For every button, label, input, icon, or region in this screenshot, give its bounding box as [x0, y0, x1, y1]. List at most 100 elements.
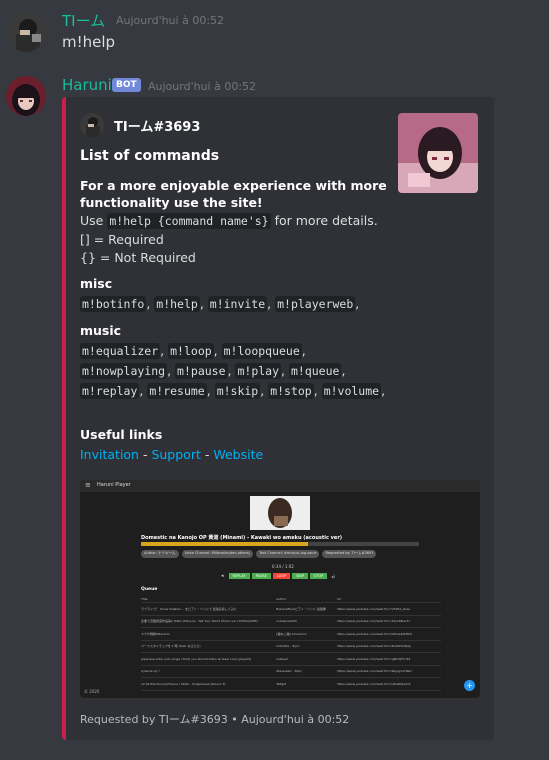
player-app-title: Haruni Player [97, 482, 131, 488]
now-playing-title: Domestic na Kanojo OP 黄道 (Minami) - Kawa… [141, 535, 343, 541]
queue-cell: Stereoskit - Topic [276, 669, 302, 674]
command-separator: , [381, 383, 386, 398]
queue-cell: https://www.youtube.com/watch?v=KNma4WTR… [337, 631, 412, 636]
command-separator: , [160, 343, 169, 358]
description-required: [] = Required [80, 232, 164, 247]
queue-cell: https://www.youtube.com/watch?v=vJBndJFY… [337, 656, 411, 661]
command-list-embed: TIーム#3693 List of commands For a more en… [62, 97, 494, 740]
queue-cell: 12.04 Electronica/Trance / Taafe : Unisp… [141, 681, 226, 686]
username[interactable]: Haruni [62, 76, 112, 94]
command-separator: , [199, 296, 208, 311]
queue-row[interactable]: Japanese indie rock songs I think you sh… [141, 653, 441, 666]
bot-tag: BOT [112, 78, 141, 92]
queue-row[interactable]: 12.04 Electronica/Trance / Taafe : Unisp… [141, 678, 441, 691]
queue-cell: https://www.youtube.com/watch?v=1Sox6Bux… [337, 619, 411, 624]
player-pause-button[interactable]: PAUSE [251, 573, 271, 579]
queue-cell: ヤクザ戦線Mitsuhiro [141, 631, 170, 636]
command-invite: m!invite [207, 296, 268, 312]
timestamp: Aujourd'hui à 00:52 [148, 80, 257, 93]
queue-cell: nobikevAOISh [276, 619, 298, 624]
support-link[interactable]: Support [151, 447, 200, 462]
field-links-value: Invitation - Support - Website [80, 445, 400, 464]
command-separator: , [281, 363, 289, 378]
author-avatar-image [80, 113, 104, 137]
player-topbar: ≡ Haruni Player [80, 480, 480, 492]
queue-row[interactable]: ベーススタイラップを 1 時 (feat. なるたろ) Cottolita - T… [141, 641, 441, 653]
command-help: m!help [154, 296, 200, 312]
command-separator: , [313, 383, 322, 398]
queue-cell: https://www.youtube.com/watch?v=9Kjpgn47… [337, 669, 412, 674]
command-botinfo: m!botinfo [80, 296, 147, 312]
timestamp: Aujourd'hui à 00:52 [116, 14, 225, 27]
field-misc-name: misc [80, 276, 113, 291]
description-not-required: {} = Not Required [80, 250, 196, 265]
embed-title: List of commands [80, 148, 220, 164]
command-separator: , [206, 383, 215, 398]
queue-row[interactable]: ヤクザ戦線Mitsuhiro [猫ねこ猫] Cinnamon https://www… [141, 628, 441, 641]
queue-header-row: Title Author Url [141, 595, 441, 603]
description-bold-line-2: functionality use the site! [80, 195, 263, 210]
queue-table: Title Author Url ラブライブ！ Snow halation... をピ… [141, 595, 441, 691]
command-volume: m!volume [321, 383, 382, 399]
queue-cell: https://www.youtube.com/watch?v=LfbaRlGe… [337, 681, 411, 686]
queue-cell: Cottolita - Topic [276, 644, 300, 649]
command-play: m!play [235, 363, 282, 379]
command-separator: , [301, 343, 306, 358]
player-stop-button[interactable]: STOP [309, 573, 328, 579]
avatar[interactable] [6, 12, 46, 52]
player-loop-button[interactable]: LOOP [272, 573, 291, 579]
command-separator: , [341, 363, 346, 378]
embed-author[interactable]: TIーム#3693 [114, 116, 200, 135]
field-music-commands: m!equalizer, m!loop, m!loopqueue, m!nowp… [80, 341, 400, 401]
queue-row[interactable]: ラブライブ！ Snow halation... をピアノ・バンドで 最強演奏して… [141, 603, 441, 616]
queue-cell: https://www.youtube.com/watch?v=VTXP2_aC… [337, 606, 410, 611]
embed-image-player-screenshot[interactable]: ≡ Haruni Player Domestic na Kanojo OP 黄道… [80, 480, 480, 698]
field-misc-commands: m!botinfo, m!help, m!invite, m!playerweb… [80, 294, 400, 314]
info-tag: Voice Channel: Millenaire(dev-others) [181, 550, 254, 558]
link-separator: - [138, 447, 152, 462]
queue-row[interactable]: 企業で高難易度作品第2 (Miku Hatsune - Tell Your Wo… [141, 616, 441, 628]
command-equalizer: m!equalizer [80, 343, 161, 359]
queue-row[interactable]: Cyberia Lyr ! Stereoskit - Topic https://w… [141, 666, 441, 678]
avatar[interactable] [6, 76, 46, 116]
player-replay-button[interactable]: REPLAY [228, 573, 250, 579]
usage-code: m!help {command name's} [107, 213, 271, 229]
command-separator: , [167, 363, 176, 378]
fab-add-button[interactable]: + [464, 680, 475, 691]
queue-cell: Japanese indie rock songs I think you sh… [141, 656, 252, 661]
volume-icon[interactable]: ◂) [331, 574, 335, 579]
invitation-link[interactable]: Invitation [80, 447, 139, 462]
queue-cell: 企業で高難易度作品第2 (Miku Hatsune - Tell Your Wo… [141, 619, 258, 624]
queue-cell: ベーススタイラップを 1 時 (feat. なるたろ) [141, 644, 201, 649]
track-info-tags: Author: ナツキーん Voice Channel: Millenaire(d… [141, 550, 441, 558]
usage-prefix: Use [80, 213, 104, 228]
username[interactable]: TIーム [62, 10, 105, 31]
playback-time: 0:34 / 1:02 [272, 564, 294, 569]
volume-down-icon[interactable]: ◂ [221, 573, 224, 579]
queue-cell: Tefigkt [276, 681, 287, 686]
queue-cell: Cyberia Lyr ! [141, 669, 161, 674]
command-playerweb: m!playerweb [275, 296, 356, 312]
queue-cell: ラブライブ！ Snow halation... をピアノ・バンドで 最強演奏して… [141, 606, 237, 611]
command-separator: , [267, 296, 276, 311]
queue-cell: [猫ねこ猫] Cinnamon [276, 631, 307, 636]
embed-thumbnail[interactable] [398, 113, 478, 193]
queue-title: Queue [141, 587, 158, 592]
field-links-name: Useful links [80, 427, 163, 442]
description-usage: Use m!help {command name's} for more det… [80, 213, 378, 229]
command-pause: m!pause [175, 363, 228, 379]
command-skip: m!skip [214, 383, 261, 399]
website-link[interactable]: Website [213, 447, 263, 462]
command-resume: m!resume [147, 383, 207, 399]
command-queue: m!queue [288, 363, 342, 379]
queue-cell: https://www.youtube.com/watch?v=ZLGhfQdQ… [337, 644, 411, 649]
message-content: m!help [62, 33, 116, 51]
player-skip-button[interactable]: SKIP [292, 573, 308, 579]
description-bold-line-1: For a more enjoyable experience with mor… [80, 178, 387, 193]
info-tag: Author: ナツキーん [141, 550, 179, 558]
embed-author-avatar [80, 113, 104, 137]
progress-track[interactable] [141, 542, 419, 546]
menu-icon: ≡ [85, 481, 91, 489]
playback-controls: ◂ REPLAY PAUSE LOOP SKIP STOP ◂) [221, 572, 361, 580]
command-separator: , [213, 343, 222, 358]
